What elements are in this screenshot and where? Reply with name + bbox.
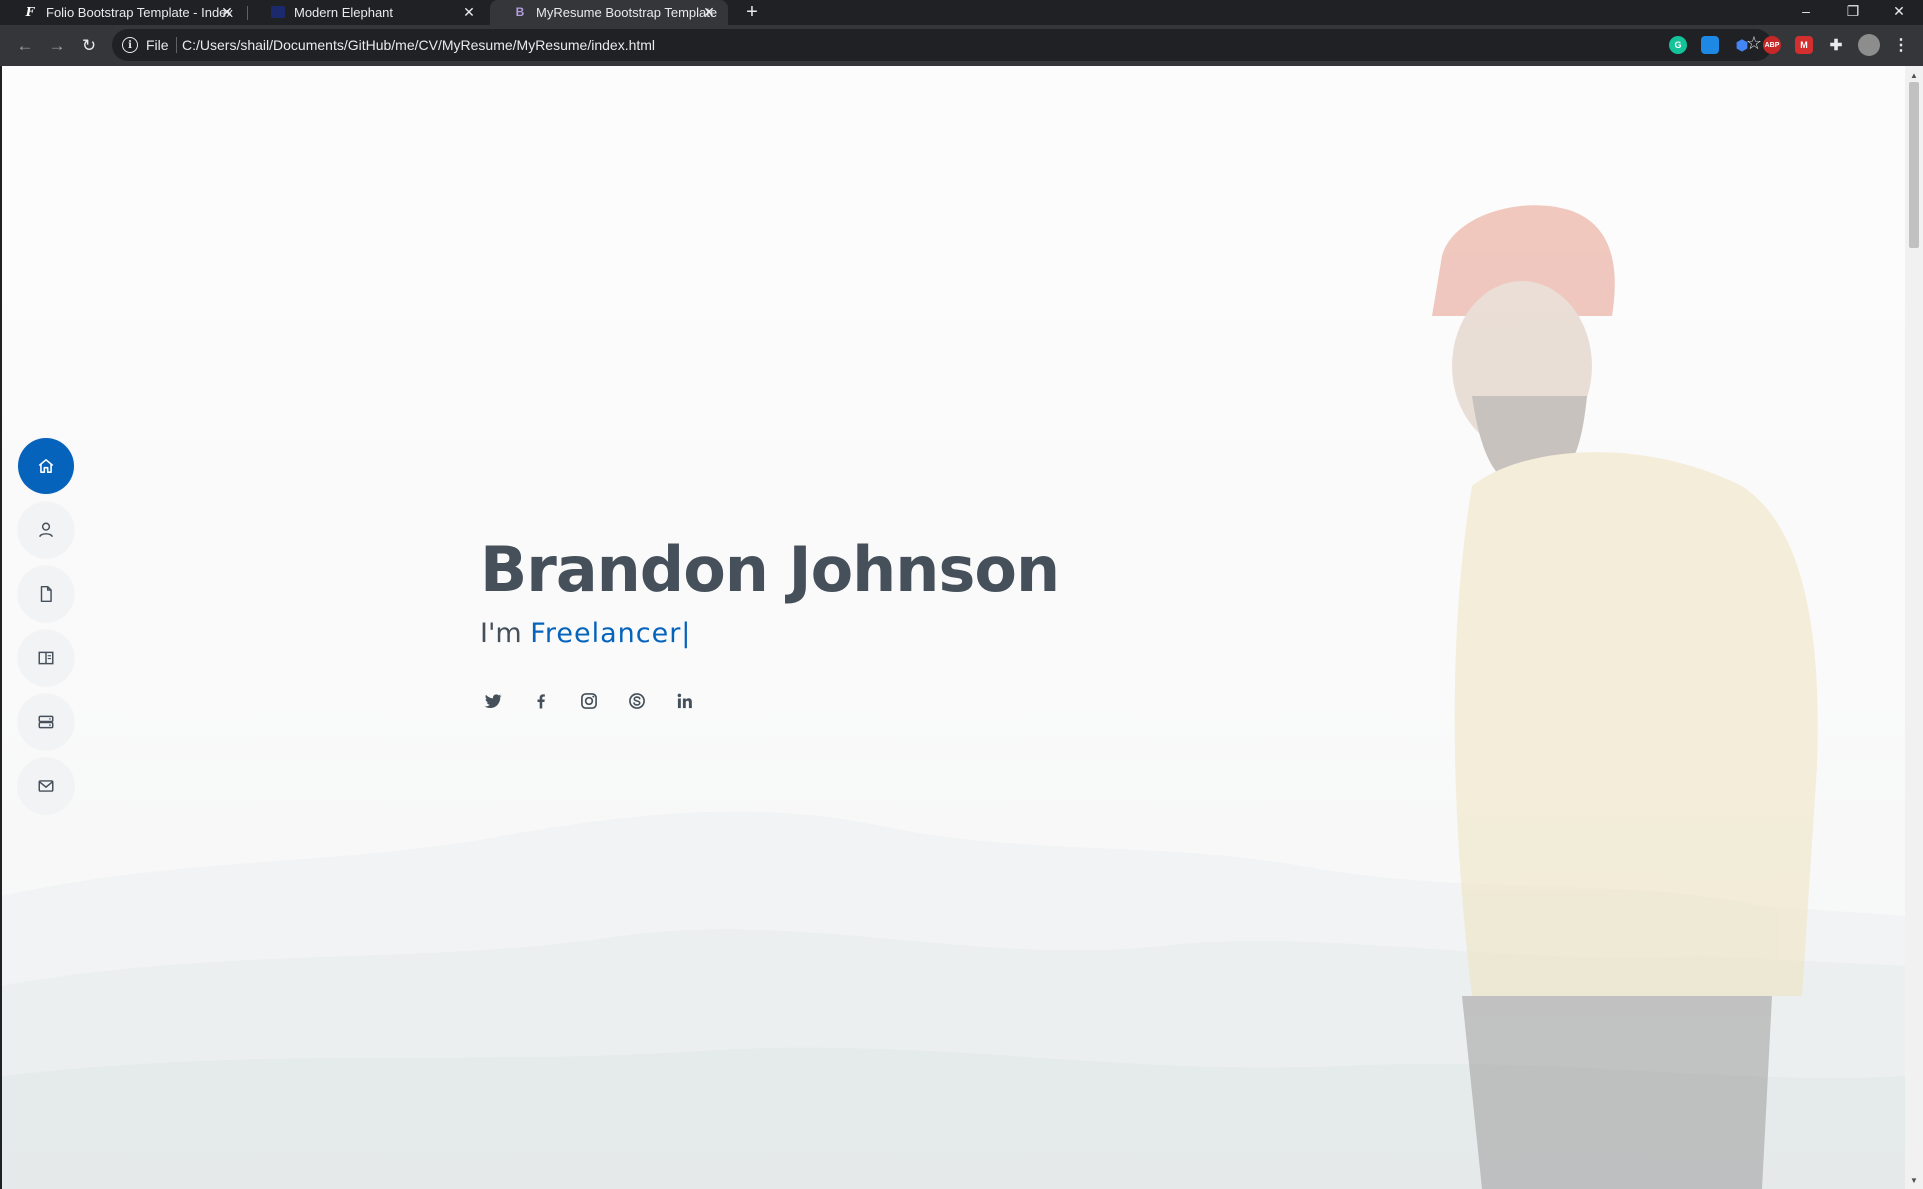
puzzle-icon[interactable]: ✚ [1827,36,1845,54]
home-icon [38,459,54,473]
close-icon[interactable]: ✕ [460,3,478,21]
nav-about[interactable] [18,502,74,558]
scheme-label: File [146,37,169,53]
facebook-icon [537,694,545,709]
tab-strip: F Folio Bootstrap Template - Index ✕ Mod… [0,0,1923,25]
close-icon[interactable]: ✕ [218,3,236,21]
folio-favicon-icon: F [25,5,35,19]
tab-modern-elephant[interactable]: Modern Elephant ✕ [248,0,488,25]
vertical-scrollbar[interactable]: ▲ ▼ [1905,66,1923,1189]
twitter-icon [484,694,502,708]
linkedin-icon [677,693,692,709]
reload-button[interactable]: ↻ [76,33,102,59]
divider [176,37,177,53]
typed-cursor: | [681,618,691,649]
forward-button[interactable]: → [44,33,70,59]
new-tab-button[interactable]: + [740,0,764,25]
facebook-link[interactable] [528,688,554,714]
info-icon[interactable]: i [122,37,138,53]
hero-subtitle: I'm Freelancer| [480,618,690,649]
hero-prefix: I'm [480,618,522,649]
envelope-icon [38,780,54,792]
tab-title: Modern Elephant [294,5,394,20]
page-viewport: Brandon Johnson I'm Freelancer| [2,66,1905,1189]
grammarly-icon[interactable]: G [1669,36,1687,54]
linkedin-link[interactable] [672,688,698,714]
tab-title: Folio Bootstrap Template - Index [46,5,233,20]
tab-myresume[interactable]: B MyResume Bootstrap Template - ✕ [490,0,728,25]
screen-capture-icon[interactable] [1701,36,1719,54]
nav-resume[interactable] [18,566,74,622]
url-text[interactable]: C:/Users/shail/Documents/GitHub/me/CV/My… [182,37,655,53]
browser-toolbar: ← → ↻ i File C:/Users/shail/Documents/Gi… [0,25,1923,66]
close-icon[interactable]: ✕ [700,3,718,21]
restore-button[interactable]: ❐ [1831,0,1875,22]
book-icon [38,651,54,665]
twitter-link[interactable] [480,688,506,714]
instagram-icon [581,693,597,709]
nav-home[interactable] [18,438,74,494]
mcafee-icon[interactable]: M [1795,36,1813,54]
address-bar[interactable]: i File C:/Users/shail/Documents/GitHub/m… [112,29,1772,61]
skype-icon [629,693,645,709]
nav-services[interactable] [18,694,74,750]
skype-link[interactable] [624,688,650,714]
tab-title: MyResume Bootstrap Template - [536,5,718,20]
tab-folio[interactable]: F Folio Bootstrap Template - Index ✕ [0,0,246,25]
hero-name: Brandon Johnson [480,533,1060,606]
avatar[interactable] [1858,34,1880,56]
scroll-down-icon[interactable]: ▼ [1905,1173,1923,1187]
nav-portfolio[interactable] [18,630,74,686]
background-photo [2,66,1905,1189]
scroll-thumb[interactable] [1909,82,1919,248]
person-icon [39,522,53,538]
bookmark-ext-icon[interactable]: ⬢ [1733,36,1751,54]
adblock-icon[interactable]: ABP [1763,36,1781,54]
menu-icon[interactable]: ⋮ [1892,36,1910,54]
file-icon [40,585,52,603]
instagram-link[interactable] [576,688,602,714]
server-icon [38,715,54,729]
close-window-button[interactable]: ✕ [1877,0,1921,22]
nav-contact[interactable] [18,758,74,814]
minimize-button[interactable]: – [1784,0,1828,22]
typed-text: Freelancer [530,618,682,649]
back-button[interactable]: ← [12,33,38,59]
bootstrap-favicon-icon: B [515,5,525,19]
scroll-up-icon[interactable]: ▲ [1905,68,1923,82]
elephant-favicon-icon [270,4,286,20]
